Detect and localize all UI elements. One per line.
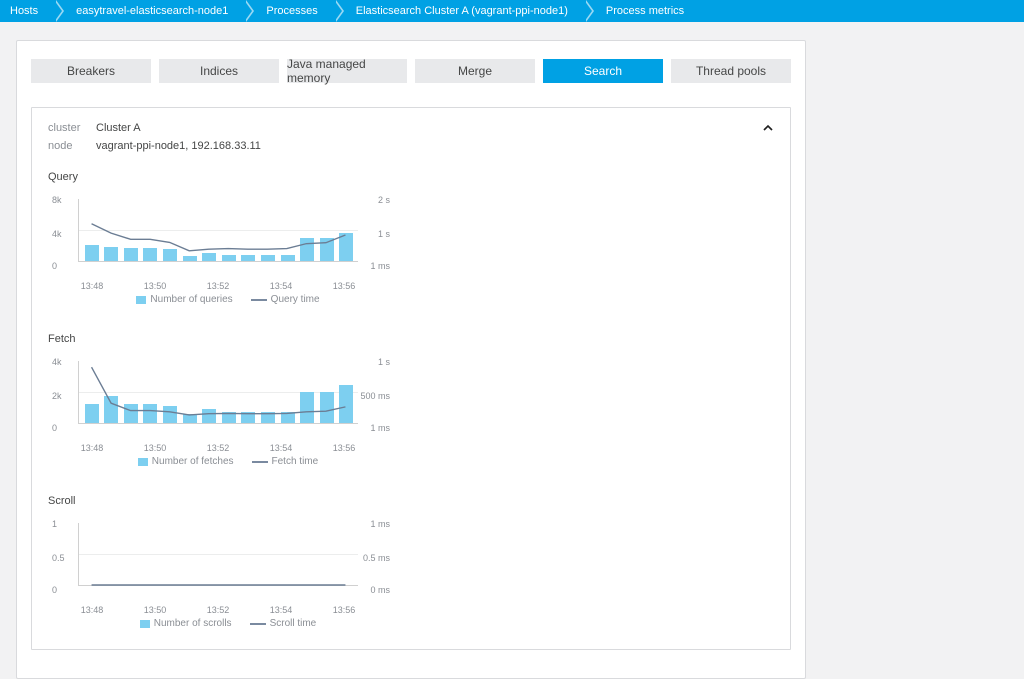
tab-indices[interactable]: Indices	[159, 59, 279, 83]
chart-fetch-plot: 4k 2k 0 1 s 500 ms 1 ms 13:4813:5013:521…	[78, 353, 388, 438]
chart-scroll-plot: 1 0.5 0 1 ms 0.5 ms 0 ms 13:4813:5013:52…	[78, 515, 388, 600]
crumb-metrics[interactable]: Process metrics	[586, 0, 702, 22]
bar-icon	[140, 620, 150, 628]
ylabel-right: 2 s	[378, 195, 390, 205]
chart-fetch: Fetch 4k 2k 0 1 s 500 ms 1 ms 13:4813:50…	[48, 333, 408, 467]
metrics-card: Breakers Indices Java managed memory Mer…	[16, 40, 806, 679]
chart-query-title: Query	[48, 171, 408, 183]
ylabel: 0	[52, 423, 57, 433]
cluster-label: cluster	[48, 120, 86, 138]
legend-line: Scroll time	[250, 618, 317, 629]
ylabel: 4k	[52, 229, 62, 239]
metric-tabs: Breakers Indices Java managed memory Mer…	[31, 59, 791, 83]
chart-fetch-title: Fetch	[48, 333, 408, 345]
ylabel-right: 0 ms	[370, 585, 390, 595]
crumb-cluster[interactable]: Elasticsearch Cluster A (vagrant-ppi-nod…	[336, 0, 586, 22]
ylabel-right: 1 s	[378, 229, 390, 239]
ylabel-right: 1 ms	[370, 519, 390, 529]
crumb-processes[interactable]: Processes	[246, 0, 335, 22]
tab-search[interactable]: Search	[543, 59, 663, 83]
cluster-value: Cluster A	[96, 120, 141, 138]
crumb-hosts[interactable]: Hosts	[0, 0, 56, 22]
bar-icon	[138, 458, 148, 466]
crumb-host[interactable]: easytravel-elasticsearch-node1	[56, 0, 246, 22]
breadcrumb: Hosts easytravel-elasticsearch-node1 Pro…	[0, 0, 1024, 22]
line-icon	[252, 461, 268, 463]
legend-bars: Number of fetches	[138, 456, 234, 467]
chart-query: Query 8k 4k 0 2 s 1 s 1 ms 13:4813:5013:…	[48, 171, 408, 305]
ylabel: 2k	[52, 391, 62, 401]
ylabel-right: 1 ms	[370, 423, 390, 433]
legend-bars: Number of scrolls	[140, 618, 232, 629]
chevron-up-icon[interactable]	[760, 120, 776, 136]
tab-breakers[interactable]: Breakers	[31, 59, 151, 83]
legend-line: Query time	[251, 294, 320, 305]
node-value: vagrant-ppi-node1, 192.168.33.11	[96, 138, 261, 156]
ylabel: 8k	[52, 195, 62, 205]
legend-line: Fetch time	[252, 456, 319, 467]
search-panel: cluster Cluster A node vagrant-ppi-node1…	[31, 107, 791, 650]
tab-merge[interactable]: Merge	[415, 59, 535, 83]
chart-query-plot: 8k 4k 0 2 s 1 s 1 ms 13:4813:5013:5213:5…	[78, 191, 388, 276]
chart-scroll: Scroll 1 0.5 0 1 ms 0.5 ms 0 ms 13:4813:…	[48, 495, 408, 629]
legend-bars: Number of queries	[136, 294, 232, 305]
line-icon	[250, 623, 266, 625]
ylabel: 1	[52, 519, 57, 529]
node-label: node	[48, 138, 86, 156]
tab-thread-pools[interactable]: Thread pools	[671, 59, 791, 83]
ylabel: 0.5	[52, 553, 65, 563]
chart-scroll-title: Scroll	[48, 495, 408, 507]
ylabel: 0	[52, 261, 57, 271]
tab-java-managed-memory[interactable]: Java managed memory	[287, 59, 407, 83]
ylabel: 4k	[52, 357, 62, 367]
ylabel-right: 0.5 ms	[363, 553, 390, 563]
ylabel-right: 500 ms	[360, 391, 390, 401]
line-icon	[251, 299, 267, 301]
ylabel-right: 1 s	[378, 357, 390, 367]
ylabel-right: 1 ms	[370, 261, 390, 271]
ylabel: 0	[52, 585, 57, 595]
bar-icon	[136, 296, 146, 304]
